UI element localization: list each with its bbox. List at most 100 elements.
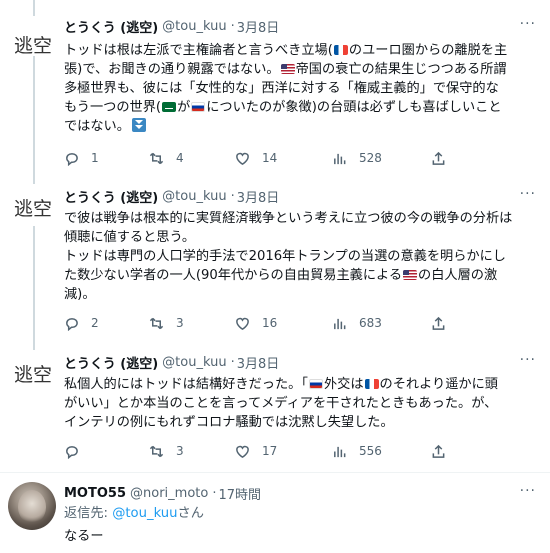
- like-count: 14: [262, 151, 278, 165]
- tweet-text-line: がいい」とか本当のことを言ってメディアを干されたときもあった。が、: [64, 394, 536, 413]
- author-handle[interactable]: @nori_moto: [130, 486, 208, 501]
- tweet-text-line: 減)。: [64, 285, 536, 304]
- tweet-actions: 1 4 14 528: [64, 149, 494, 167]
- avatar[interactable]: 逃空: [8, 28, 58, 64]
- views-icon: [334, 318, 346, 329]
- reply-button[interactable]: 1: [64, 149, 99, 167]
- retweet-button[interactable]: 4: [149, 149, 184, 167]
- replying-suffix: さん: [177, 506, 204, 521]
- tweet-text-segment: が: [177, 100, 191, 115]
- author-name[interactable]: MOTO55: [64, 486, 126, 501]
- tweet-text-segment: 減)。: [64, 287, 96, 302]
- retweet-button[interactable]: 3: [149, 442, 184, 460]
- view-count: 528: [359, 151, 382, 165]
- author-name[interactable]: とうくう (逃空): [64, 187, 158, 206]
- reply-button[interactable]: [64, 442, 91, 460]
- tweet-text-line: もう一つの世界( がについたのが象徴)の台頭は必ずしも喜ばしいこと: [64, 98, 536, 117]
- tweet-text: トッドは根は左派で主権論者と言うべき立場(のユーロ圏からの離脱を主 張)で、お聞き…: [64, 41, 536, 136]
- tweet-text-segment: についたのが象徴)の台頭は必ずしも喜ばしいこと: [206, 100, 502, 115]
- tweet-text-line: 多極世界も、彼には「女性的な」西洋に対する「権威主義的」で保守的な: [64, 79, 536, 98]
- reply-icon: [66, 317, 78, 331]
- tweet-text: 私個人的にはトッドは結構好きだった。「 外交は のそれより遥かに頭がいい」とか本当の…: [64, 375, 536, 432]
- views-button[interactable]: 528: [332, 149, 382, 167]
- views-button[interactable]: 683: [332, 314, 382, 332]
- author-name[interactable]: とうくう (逃空): [64, 17, 158, 36]
- flag-france-icon: [333, 45, 348, 55]
- more-icon[interactable]: ···: [520, 483, 536, 499]
- tweet-text-segment: た数少ない学者の一人(90年代からの自由貿易主義による: [64, 268, 403, 283]
- tweet-text-segment: 多極世界も、彼には「女性的な」西洋に対する「権威主義的」で保守的な: [64, 81, 499, 96]
- reply-tweet[interactable]: MOTO55 @nori_moto · 17時間 ··· 返信先: @tou_k…: [0, 473, 550, 553]
- retweet-count: 4: [176, 151, 184, 165]
- flag-usa-icon: [403, 270, 418, 280]
- avatar[interactable]: 逃空: [8, 357, 58, 393]
- reply-count: 1: [91, 151, 99, 165]
- tweet-header: MOTO55 @nori_moto · 17時間: [64, 483, 261, 503]
- share-icon: [432, 316, 445, 330]
- author-name[interactable]: とうくう (逃空): [64, 353, 158, 372]
- like-button[interactable]: 16: [235, 314, 277, 332]
- like-icon: [236, 445, 249, 458]
- views-icon: [334, 153, 346, 164]
- tweet-text-segment: 私個人的にはトッドは結構好きだった。「: [64, 377, 308, 392]
- like-icon: [236, 317, 249, 330]
- avatar[interactable]: [8, 482, 56, 530]
- like-icon: [236, 152, 249, 165]
- replying-handle-link[interactable]: @tou_kuu: [112, 506, 177, 521]
- views-button[interactable]: 556: [332, 442, 382, 460]
- more-icon[interactable]: ···: [520, 16, 536, 32]
- tweet-3[interactable]: 逃空 とうくう (逃空) @tou_kuu · 3月8日 ··· 私個人的にはト…: [0, 350, 550, 468]
- reply-icon: [66, 152, 78, 166]
- tweet-text-segment: ではない。: [64, 119, 130, 134]
- timestamp[interactable]: 3月8日: [237, 353, 280, 372]
- tweet-text-line: 傾聴に値すると思う。: [64, 228, 536, 247]
- reply-button[interactable]: 2: [64, 314, 99, 332]
- replying-prefix: 返信先:: [64, 506, 113, 521]
- tweet-2[interactable]: 逃空 とうくう (逃空) @tou_kuu · 3月8日 ··· で彼は戦争は根…: [0, 180, 550, 350]
- flag-russia-icon: [308, 379, 323, 389]
- tweet-text-line: で彼は戦争は根本的に実質経済戦争という考えに立つ彼の今の戦争の分析は: [64, 209, 536, 228]
- avatar[interactable]: 逃空: [8, 191, 58, 227]
- replying-to: 返信先: @tou_kuuさん: [64, 504, 536, 523]
- tweet-text-line: トッドは根は左派で主権論者と言うべき立場(のユーロ圏からの離脱を主: [64, 41, 536, 60]
- tweet-actions: 2 3 16 683: [64, 314, 494, 332]
- like-count: 16: [262, 316, 278, 330]
- author-handle[interactable]: @tou_kuu: [162, 19, 226, 34]
- tweet-text: で彼は戦争は根本的に実質経済戦争という考えに立つ彼の今の戦争の分析は傾聴に値する…: [64, 209, 536, 304]
- flag-saudi-arabia-icon: [162, 102, 177, 112]
- double-down-arrow-icon: [131, 118, 146, 132]
- tweet-text-segment: もう一つの世界(: [64, 100, 162, 115]
- flag-russia-icon: [191, 102, 206, 112]
- tweet-text-segment: インテリの例にもれずコロナ騒動では沈黙し失望した。: [64, 415, 394, 430]
- tweet-actions: 3 17 556: [64, 442, 494, 460]
- share-icon: [432, 151, 445, 165]
- retweet-icon: [149, 445, 164, 457]
- author-handle[interactable]: @tou_kuu: [162, 189, 226, 204]
- like-button[interactable]: 17: [235, 442, 277, 460]
- more-icon[interactable]: ···: [520, 352, 536, 368]
- tweet-text-segment: で彼は戦争は根本的に実質経済戦争という考えに立つ彼の今の戦争の分析は: [64, 211, 513, 226]
- author-handle[interactable]: @tou_kuu: [162, 355, 226, 370]
- flag-france-icon: [364, 379, 379, 389]
- share-button[interactable]: [431, 149, 446, 167]
- reply-count: 2: [91, 316, 99, 330]
- tweet-text-line: ではない。: [64, 117, 536, 136]
- tweet-text-segment: 外交は: [323, 377, 364, 392]
- like-count: 17: [262, 444, 278, 458]
- more-icon[interactable]: ···: [520, 186, 536, 202]
- like-button[interactable]: 14: [235, 149, 277, 167]
- timestamp[interactable]: 3月8日: [237, 17, 280, 36]
- tweet-text: なるー: [64, 529, 104, 544]
- share-button[interactable]: [431, 442, 446, 460]
- tweet-text-segment: のそれより遥かに頭: [379, 377, 498, 392]
- tweet-text-line: 張)で、お聞きの通り親露ではない。 帝国の衰亡の結果生じつつある所謂: [64, 60, 536, 79]
- retweet-count: 3: [176, 316, 184, 330]
- tweet-1[interactable]: 逃空 とうくう (逃空) @tou_kuu · 3月8日 ··· トッドは根は左…: [0, 0, 550, 180]
- separator-dot: ·: [212, 485, 217, 501]
- retweet-button[interactable]: 3: [149, 314, 184, 332]
- timestamp[interactable]: 3月8日: [237, 187, 280, 206]
- share-button[interactable]: [431, 314, 446, 332]
- timestamp[interactable]: 17時間: [218, 484, 261, 503]
- tweet-text-segment: トッドは専門の人口学的手法で2016年トランプの当選の意義を明らかにし: [64, 249, 506, 264]
- separator-dot: ·: [230, 188, 235, 204]
